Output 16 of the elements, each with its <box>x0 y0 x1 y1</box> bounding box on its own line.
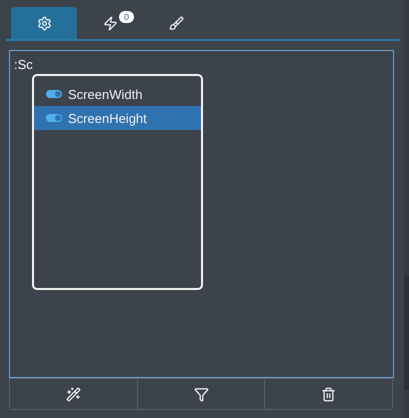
trash-icon <box>321 386 336 402</box>
filter-icon <box>194 386 208 402</box>
suggestion-item[interactable]: ScreenWidth <box>34 82 201 106</box>
magic-wand-icon <box>66 386 81 402</box>
lightning-icon <box>102 16 118 30</box>
toggle-icon <box>46 90 62 98</box>
settings-icon <box>36 16 52 30</box>
editor-field[interactable]: :Sc ScreenWidth ScreenHeight <box>9 50 394 378</box>
count-badge: 0 <box>119 11 134 23</box>
suggestion-item[interactable]: ScreenHeight <box>34 106 201 130</box>
delete-button[interactable] <box>264 379 392 409</box>
editor-text: :Sc <box>14 57 33 72</box>
toggle-icon <box>46 114 62 122</box>
brush-icon <box>168 16 184 30</box>
tab[interactable] <box>11 7 77 39</box>
tab[interactable]: 0 <box>77 7 143 39</box>
